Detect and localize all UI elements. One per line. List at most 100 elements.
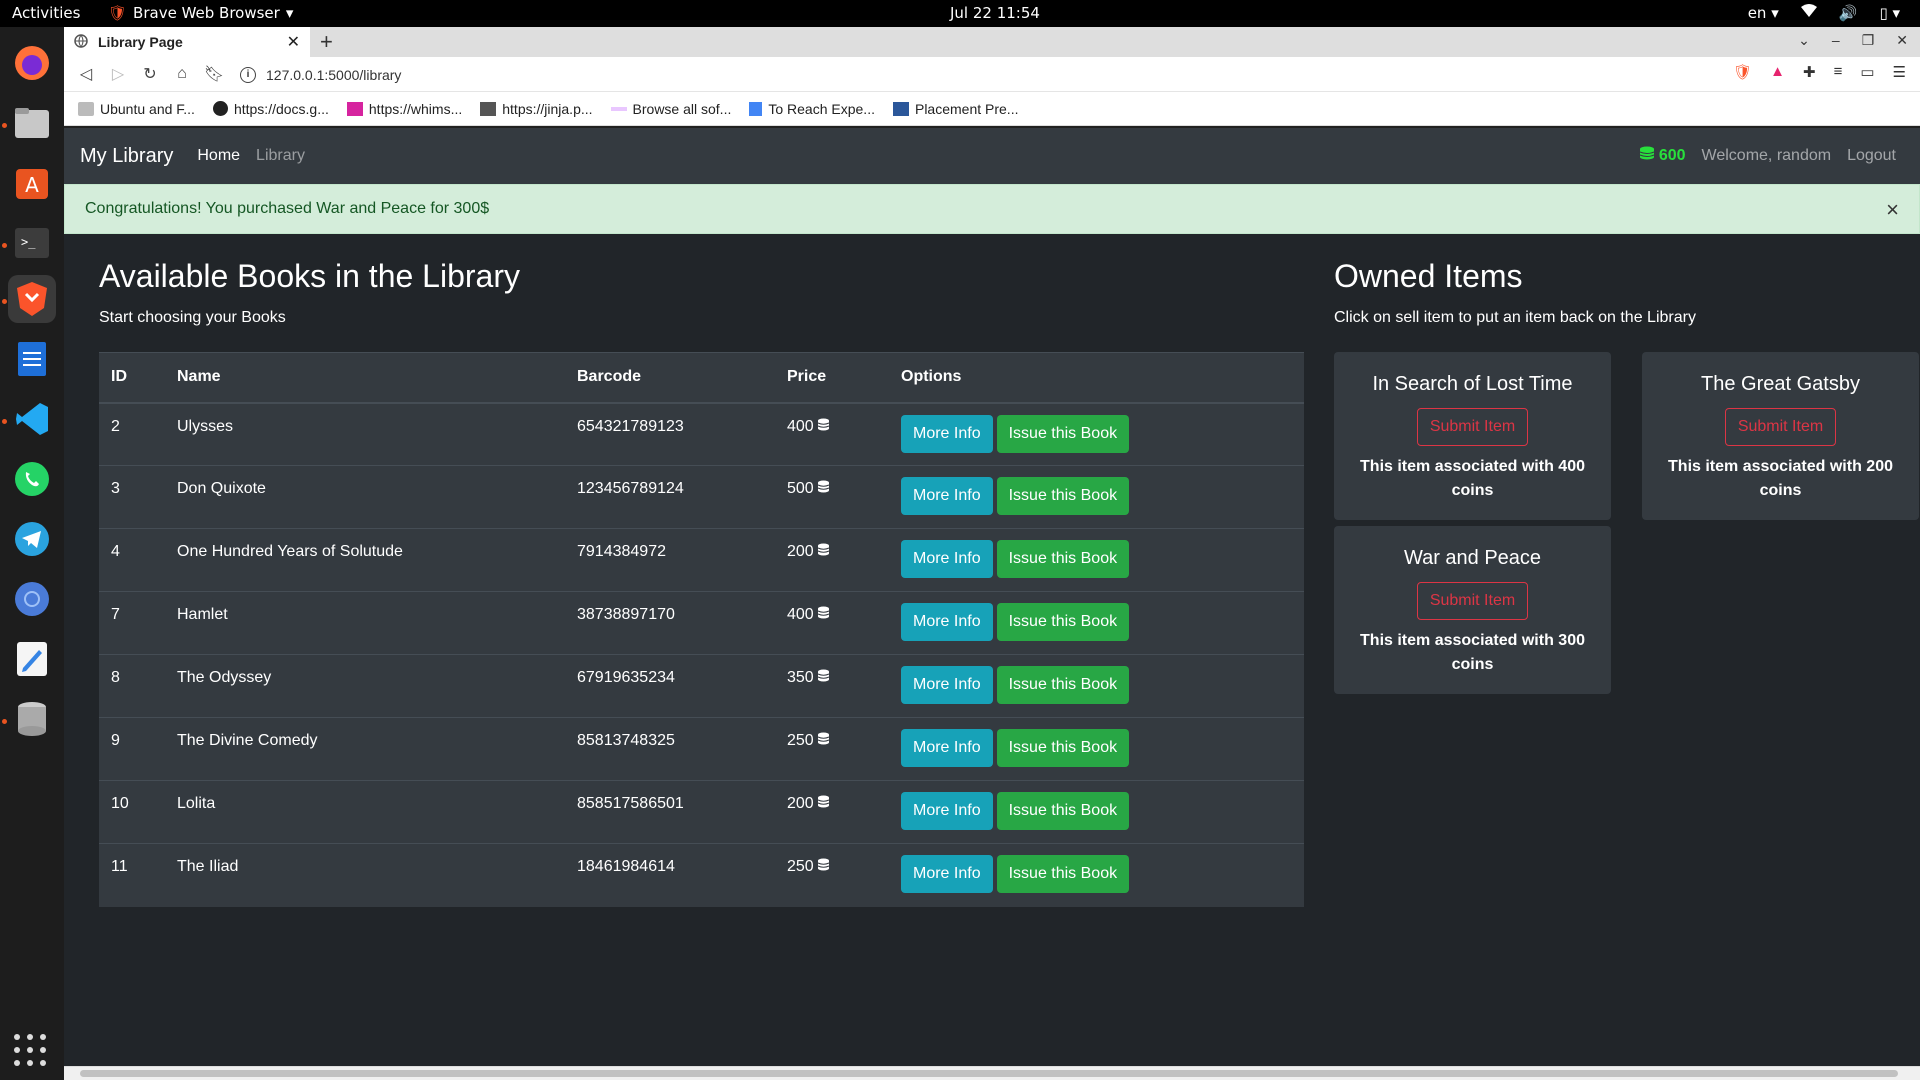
text-editor-icon[interactable] — [8, 635, 56, 683]
column-header-name: Name — [165, 352, 565, 404]
horizontal-scrollbar[interactable] — [64, 1066, 1920, 1080]
site-info-icon[interactable]: i — [240, 66, 256, 83]
database-icon[interactable] — [8, 695, 56, 743]
book-options: More Info Issue this Book — [889, 654, 1304, 718]
more-info-button[interactable]: More Info — [901, 603, 993, 641]
submit-item-button[interactable]: Submit Item — [1416, 582, 1529, 620]
book-id: 11 — [99, 843, 165, 907]
logout-link[interactable]: Logout — [1847, 147, 1896, 165]
owned-subtitle: Click on sell item to put an item back o… — [1334, 309, 1696, 326]
book-options: More Info Issue this Book — [889, 528, 1304, 592]
writer-icon[interactable] — [8, 335, 56, 383]
minimize-icon[interactable]: – — [1832, 32, 1840, 49]
chromium-icon[interactable] — [8, 575, 56, 623]
back-icon[interactable]: ◁ — [70, 64, 102, 84]
system-top-bar: Activities 🛡 Brave Web Browser ▾ Jul 22 … — [0, 0, 1920, 27]
more-info-button[interactable]: More Info — [901, 477, 993, 515]
forward-icon[interactable]: ▷ — [102, 64, 134, 84]
price-value: 200 — [787, 795, 814, 812]
issue-book-button[interactable]: Issue this Book — [996, 414, 1130, 453]
book-price: 400 — [775, 591, 889, 655]
activities-button[interactable]: Activities — [12, 4, 80, 22]
submit-item-button[interactable]: Submit Item — [1724, 408, 1837, 446]
system-tray[interactable]: en ▾ 🔊 ▯ ▾ — [1748, 4, 1900, 22]
software-center-icon[interactable]: A — [8, 159, 56, 207]
window-close-icon[interactable]: ✕ — [1896, 32, 1908, 49]
price-value: 400 — [787, 417, 814, 435]
more-info-button[interactable]: More Info — [901, 855, 993, 893]
more-info-button[interactable]: More Info — [901, 792, 993, 830]
bookmark-item[interactable]: https://jinja.p... — [480, 101, 593, 117]
submit-item-button[interactable]: Submit Item — [1416, 408, 1529, 446]
url-text: 127.0.0.1:5000/library — [266, 66, 402, 83]
clock[interactable]: Jul 22 11:54 — [950, 4, 1040, 22]
extensions-icon[interactable]: ✚ — [1803, 63, 1816, 81]
language-indicator[interactable]: en ▾ — [1748, 4, 1779, 22]
brave-rewards-icon[interactable]: ▲ — [1770, 63, 1785, 81]
owned-item-title: War and Peace — [1403, 547, 1542, 569]
column-header-price: Price — [775, 352, 889, 404]
coins-icon — [817, 795, 830, 811]
chevron-down-icon: ▾ — [285, 4, 294, 22]
whatsapp-icon[interactable] — [8, 455, 56, 503]
bookmark-icon[interactable]: 🔖︎ — [198, 64, 230, 84]
dock: A >_ — [0, 27, 64, 1080]
library-title: Available Books in the Library — [99, 258, 520, 294]
issue-book-button[interactable]: Issue this Book — [996, 729, 1130, 767]
bookmark-item[interactable]: https://docs.g... — [212, 101, 329, 117]
issue-book-button[interactable]: Issue this Book — [996, 540, 1130, 578]
terminal-icon[interactable]: >_ — [8, 219, 56, 267]
site-navbar: My Library Home Library 600 Welcome, ran… — [64, 128, 1920, 184]
owned-items-section: Owned Items Click on sell item to put an… — [1334, 258, 1920, 694]
book-options: More Info Issue this Book — [889, 591, 1304, 655]
bookmark-item[interactable]: Browse all sof... — [610, 101, 731, 117]
issue-book-button[interactable]: Issue this Book — [996, 603, 1130, 641]
alert-close-icon[interactable]: × — [1886, 197, 1899, 223]
vscode-icon[interactable] — [8, 395, 56, 443]
owned-item-coins: This item associated with 400 coins — [1360, 458, 1585, 499]
nav-library-link[interactable]: Library — [256, 147, 305, 165]
firefox-icon[interactable] — [8, 39, 56, 87]
wallet-icon[interactable]: ▭ — [1860, 63, 1874, 81]
show-applications-icon[interactable] — [14, 1034, 48, 1068]
app-menu[interactable]: 🛡 Brave Web Browser ▾ — [108, 4, 293, 22]
volume-icon: 🔊 — [1838, 4, 1858, 22]
more-info-button[interactable]: More Info — [901, 666, 993, 704]
address-bar[interactable]: i 127.0.0.1:5000/library — [240, 61, 1756, 88]
issue-book-button[interactable]: Issue this Book — [996, 477, 1130, 515]
playlist-icon[interactable]: ≡ — [1834, 63, 1843, 81]
files-icon[interactable] — [8, 99, 56, 147]
issue-book-button[interactable]: Issue this Book — [996, 792, 1130, 830]
nav-home-link[interactable]: Home — [197, 147, 240, 165]
book-price: 200 — [775, 780, 889, 844]
tab-library-page[interactable]: Library Page ✕ — [64, 27, 310, 57]
close-tab-icon[interactable]: ✕ — [287, 32, 300, 52]
reload-icon[interactable]: ↻ — [134, 64, 166, 84]
brave-browser-icon[interactable] — [8, 275, 56, 323]
bookmark-item[interactable]: Placement Pre... — [892, 101, 1018, 117]
table-row: 11 The Iliad 18461984614 250 More Info Issue … — [99, 843, 1304, 907]
more-info-button[interactable]: More Info — [901, 414, 993, 453]
owned-card: War and Peace Submit Item This item asso… — [1334, 526, 1611, 694]
bookmark-item[interactable]: To Reach Expe... — [749, 101, 875, 117]
brave-shields-icon[interactable]: 🛡 — [1733, 63, 1752, 81]
menu-icon[interactable]: ☰ — [1893, 63, 1906, 81]
site-brand[interactable]: My Library — [80, 145, 173, 168]
coins-icon — [817, 480, 830, 496]
books-table: ID Name Barcode Price Options 2 Ulysses 65… — [99, 352, 1304, 907]
telegram-icon[interactable] — [8, 515, 56, 563]
book-options: More Info Issue this Book — [889, 402, 1304, 466]
tab-list-icon[interactable]: ⌄ — [1798, 32, 1810, 49]
table-row: 9 The Divine Comedy 85813748325 250 More Inf… — [99, 717, 1304, 781]
more-info-button[interactable]: More Info — [901, 540, 993, 578]
new-tab-icon[interactable]: + — [320, 29, 333, 55]
book-name: The Odyssey — [165, 654, 565, 718]
bookmark-item[interactable]: Ubuntu and F... — [78, 101, 195, 117]
bookmark-item[interactable]: https://whims... — [346, 101, 462, 117]
restore-icon[interactable]: ❐ — [1862, 32, 1875, 49]
issue-book-button[interactable]: Issue this Book — [996, 855, 1130, 893]
column-header-options: Options — [889, 352, 1304, 404]
more-info-button[interactable]: More Info — [901, 729, 993, 767]
issue-book-button[interactable]: Issue this Book — [996, 666, 1130, 704]
home-icon[interactable]: ⌂ — [166, 65, 198, 83]
